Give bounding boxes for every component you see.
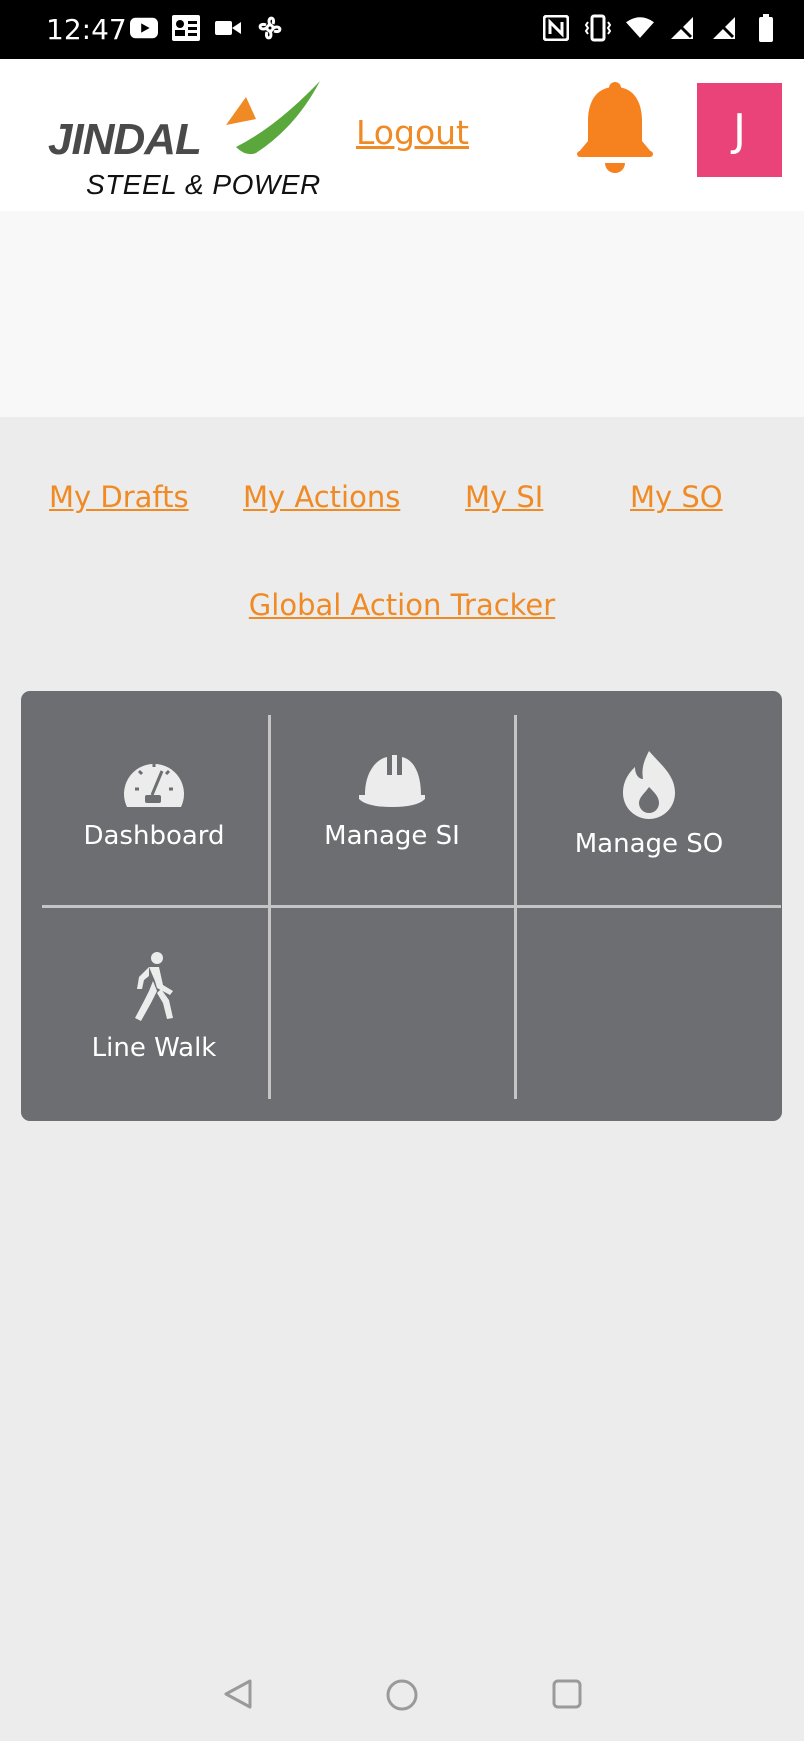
banner-area [0, 211, 804, 417]
line-walk-tile[interactable]: Line Walk [41, 951, 267, 1063]
nfc-icon [542, 14, 570, 42]
walking-person-icon [135, 952, 173, 1021]
logo-text-jindal: JINDAL [48, 115, 202, 164]
app-header: JINDAL STEEL & POWER Logout J [0, 59, 804, 211]
no-signal-icon [710, 14, 738, 42]
my-drafts-link[interactable]: My Drafts [49, 480, 189, 514]
my-si-link[interactable]: My SI [465, 480, 543, 514]
tile-label: Manage SO [574, 829, 724, 859]
bell-icon[interactable] [574, 81, 656, 175]
fan-icon [256, 14, 284, 42]
youtube-icon [130, 14, 158, 42]
fire-icon [623, 751, 675, 819]
recents-icon[interactable] [551, 1678, 583, 1715]
jindal-logo[interactable]: JINDAL STEEL & POWER [46, 69, 322, 200]
status-time: 12:47 [46, 13, 127, 46]
video-icon [214, 14, 242, 42]
tile-label: Dashboard [83, 821, 225, 851]
tile-label: Manage SI [324, 821, 460, 851]
status-right-icons [542, 14, 780, 42]
status-bar: 12:47 [0, 0, 804, 59]
logout-link[interactable]: Logout [356, 113, 469, 152]
logo-text-steel-power: STEEL & POWER [86, 169, 321, 200]
tile-label: Line Walk [91, 1033, 217, 1063]
system-nav-bar [0, 1640, 804, 1741]
back-icon[interactable] [222, 1678, 254, 1715]
manage-si-tile[interactable]: Manage SI [271, 749, 513, 851]
speedometer-icon [124, 763, 184, 807]
status-left-icons [130, 14, 284, 42]
grid-divider [42, 905, 781, 908]
no-signal-icon [668, 14, 696, 42]
hard-hat-icon [359, 755, 425, 807]
my-so-link[interactable]: My SO [630, 480, 723, 514]
contacts-icon [172, 14, 200, 42]
global-action-tracker-link[interactable]: Global Action Tracker [0, 588, 804, 622]
menu-grid: Dashboard Manage SI Manage SO Line Walk [21, 691, 782, 1121]
vibrate-icon [584, 14, 612, 42]
my-actions-link[interactable]: My Actions [243, 480, 400, 514]
manage-so-tile[interactable]: Manage SO [517, 749, 781, 859]
quick-links: My Drafts My Actions My SI My SO [0, 480, 804, 530]
avatar[interactable]: J [697, 83, 782, 177]
logo-swoosh-icon [226, 81, 320, 155]
wifi-icon [626, 14, 654, 42]
battery-icon [752, 14, 780, 42]
home-icon[interactable] [385, 1678, 419, 1717]
dashboard-tile[interactable]: Dashboard [41, 749, 267, 851]
